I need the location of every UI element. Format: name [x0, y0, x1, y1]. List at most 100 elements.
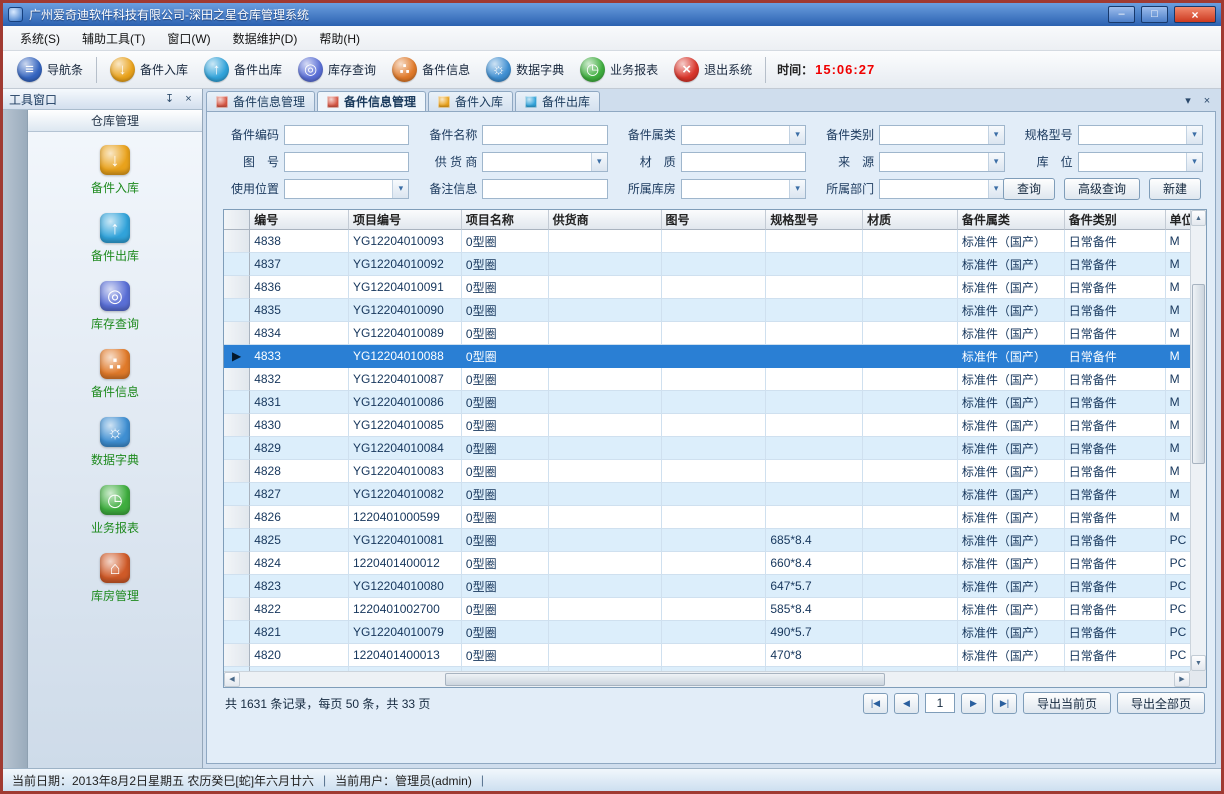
- parts-outbound-button[interactable]: ↑备件出库: [196, 54, 290, 86]
- location-value: [1079, 153, 1186, 171]
- material-input[interactable]: [681, 152, 806, 172]
- page-number-input[interactable]: [925, 693, 955, 713]
- tab-list-dropdown-icon[interactable]: ▾: [1180, 93, 1196, 109]
- export-current-page-button[interactable]: 导出当前页: [1023, 692, 1111, 714]
- column-header[interactable]: 图号: [662, 210, 767, 230]
- usage-position-select[interactable]: ▾: [284, 179, 409, 199]
- first-page-button[interactable]: |◀: [863, 693, 888, 714]
- menu-item-3[interactable]: 窗口(W): [156, 28, 221, 49]
- menu-item-2[interactable]: 辅助工具(T): [71, 28, 156, 49]
- table-row[interactable]: 4830YG122040100850型圈标准件（国产）日常备件M: [224, 414, 1190, 437]
- sidebar-item-warehouse-mgmt[interactable]: ⌂库房管理: [55, 553, 175, 621]
- table-row[interactable]: 4825YG122040100810型圈685*8.4标准件（国产）日常备件PC: [224, 529, 1190, 552]
- column-header[interactable]: 单位: [1166, 210, 1190, 230]
- table-row[interactable]: 4834YG122040100890型圈标准件（国产）日常备件M: [224, 322, 1190, 345]
- warehouse-select[interactable]: ▾: [681, 179, 806, 199]
- vertical-scroll-thumb[interactable]: [1192, 284, 1205, 464]
- time-display: 时间： 15:06:27: [777, 61, 875, 78]
- table-row[interactable]: 4832YG122040100870型圈标准件（国产）日常备件M: [224, 368, 1190, 391]
- sidebar-item-business-report[interactable]: ◷业务报表: [55, 485, 175, 553]
- sidebar-item-data-dictionary[interactable]: ☼数据字典: [55, 417, 175, 485]
- part-category-select[interactable]: ▾: [879, 125, 1004, 145]
- tab-3[interactable]: 备件入库: [428, 91, 513, 111]
- query-button[interactable]: 查询: [1003, 178, 1055, 200]
- table-row[interactable]: ▶4833YG122040100880型圈标准件（国产）日常备件M: [224, 345, 1190, 368]
- column-header[interactable]: 项目编号: [349, 210, 462, 230]
- close-button[interactable]: ×: [1174, 6, 1216, 23]
- cell: 4827: [250, 483, 349, 506]
- column-header[interactable]: 项目名称: [462, 210, 549, 230]
- tab-2[interactable]: 备件信息管理: [317, 91, 426, 111]
- table-row[interactable]: 482412204014000120型圈660*8.4标准件（国产）日常备件PC: [224, 552, 1190, 575]
- location-select[interactable]: ▾: [1078, 152, 1203, 172]
- column-header[interactable]: 备件属类: [958, 210, 1065, 230]
- supplier-select[interactable]: ▾: [482, 152, 607, 172]
- source-select[interactable]: ▾: [879, 152, 1004, 172]
- table-row[interactable]: 4821YG122040100790型圈490*5.7标准件（国产）日常备件PC: [224, 621, 1190, 644]
- table-row[interactable]: 482612204010005990型圈标准件（国产）日常备件M: [224, 506, 1190, 529]
- exit-system-button[interactable]: ×退出系统: [666, 54, 760, 86]
- new-button[interactable]: 新建: [1149, 178, 1201, 200]
- drawing-no-input[interactable]: [284, 152, 409, 172]
- department-select[interactable]: ▾: [879, 179, 1004, 199]
- inventory-query-button[interactable]: ◎库存查询: [290, 54, 384, 86]
- menu-item-1[interactable]: 系统(S): [9, 28, 71, 49]
- table-row[interactable]: 4827YG122040100820型圈标准件（国产）日常备件M: [224, 483, 1190, 506]
- prev-page-button[interactable]: ◀: [894, 693, 919, 714]
- row-indicator-header[interactable]: [224, 210, 250, 230]
- horizontal-scroll-thumb[interactable]: [445, 673, 885, 686]
- spec-model-select[interactable]: ▾: [1078, 125, 1203, 145]
- horizontal-scroll-track[interactable]: [240, 672, 1174, 687]
- table-row[interactable]: 4829YG122040100840型圈标准件（国产）日常备件M: [224, 437, 1190, 460]
- table-row[interactable]: 4837YG122040100920型圈标准件（国产）日常备件M: [224, 253, 1190, 276]
- table-row[interactable]: 4835YG122040100900型圈标准件（国产）日常备件M: [224, 299, 1190, 322]
- column-header[interactable]: 规格型号: [766, 210, 863, 230]
- data-dictionary-button[interactable]: ☼数据字典: [478, 54, 572, 86]
- next-page-button[interactable]: ▶: [961, 693, 986, 714]
- sidebar-item-parts-inbound[interactable]: ↓备件入库: [55, 145, 175, 213]
- scroll-left-icon[interactable]: ◀: [224, 672, 240, 687]
- horizontal-scrollbar[interactable]: ◀ ▶: [224, 671, 1190, 687]
- business-report-button[interactable]: ◷业务报表: [572, 54, 666, 86]
- tab-1[interactable]: 备件信息管理: [206, 91, 315, 111]
- export-all-pages-button[interactable]: 导出全部页: [1117, 692, 1205, 714]
- table-row[interactable]: 4838YG122040100930型圈标准件（国产）日常备件M: [224, 230, 1190, 253]
- part-name-input[interactable]: [482, 125, 607, 145]
- minimize-button[interactable]: –: [1108, 6, 1135, 23]
- nav-bar-button[interactable]: ≡导航条: [9, 54, 91, 86]
- vertical-scrollbar[interactable]: ▲ ▼: [1190, 210, 1206, 671]
- parts-info-button[interactable]: ∴备件信息: [384, 54, 478, 86]
- table-row[interactable]: 4831YG122040100860型圈标准件（国产）日常备件M: [224, 391, 1190, 414]
- tab-4[interactable]: 备件出库: [515, 91, 600, 111]
- column-header[interactable]: 供货商: [549, 210, 662, 230]
- table-row[interactable]: 482212204010027000型圈585*8.4标准件（国产）日常备件PC: [224, 598, 1190, 621]
- parts-inbound-button[interactable]: ↓备件入库: [102, 54, 196, 86]
- tab-close-icon[interactable]: ×: [1199, 93, 1215, 109]
- column-header[interactable]: 备件类别: [1065, 210, 1166, 230]
- warehouse-label: 所属库房: [618, 180, 676, 197]
- menu-item-4[interactable]: 数据维护(D): [222, 28, 309, 49]
- sidebar-item-inventory-query[interactable]: ◎库存查询: [55, 281, 175, 349]
- sidebar-item-parts-info[interactable]: ∴备件信息: [55, 349, 175, 417]
- scroll-right-icon[interactable]: ▶: [1174, 672, 1190, 687]
- scroll-down-icon[interactable]: ▼: [1191, 655, 1206, 671]
- column-header[interactable]: 材质: [863, 210, 958, 230]
- last-page-button[interactable]: ▶|: [992, 693, 1017, 714]
- table-row[interactable]: 482012204014000130型圈470*8标准件（国产）日常备件PC: [224, 644, 1190, 667]
- sidebar-close-icon[interactable]: ×: [181, 92, 196, 107]
- vertical-scroll-track[interactable]: [1191, 226, 1206, 655]
- part-code-input[interactable]: [284, 125, 409, 145]
- maximize-button[interactable]: □: [1141, 6, 1168, 23]
- scroll-up-icon[interactable]: ▲: [1191, 210, 1206, 226]
- table-row[interactable]: 4823YG122040100800型圈647*5.7标准件（国产）日常备件PC: [224, 575, 1190, 598]
- menu-item-5[interactable]: 帮助(H): [308, 28, 371, 49]
- column-header[interactable]: 编号: [250, 210, 349, 230]
- table-row[interactable]: 4828YG122040100830型圈标准件（国产）日常备件M: [224, 460, 1190, 483]
- sidebar-item-parts-outbound[interactable]: ↑备件出库: [55, 213, 175, 281]
- part-genus-select[interactable]: ▾: [681, 125, 806, 145]
- cell: 日常备件: [1065, 276, 1166, 299]
- remark-input[interactable]: [482, 179, 607, 199]
- table-row[interactable]: 4836YG122040100910型圈标准件（国产）日常备件M: [224, 276, 1190, 299]
- advanced-query-button[interactable]: 高级查询: [1064, 178, 1140, 200]
- pin-icon[interactable]: ↧: [162, 92, 177, 107]
